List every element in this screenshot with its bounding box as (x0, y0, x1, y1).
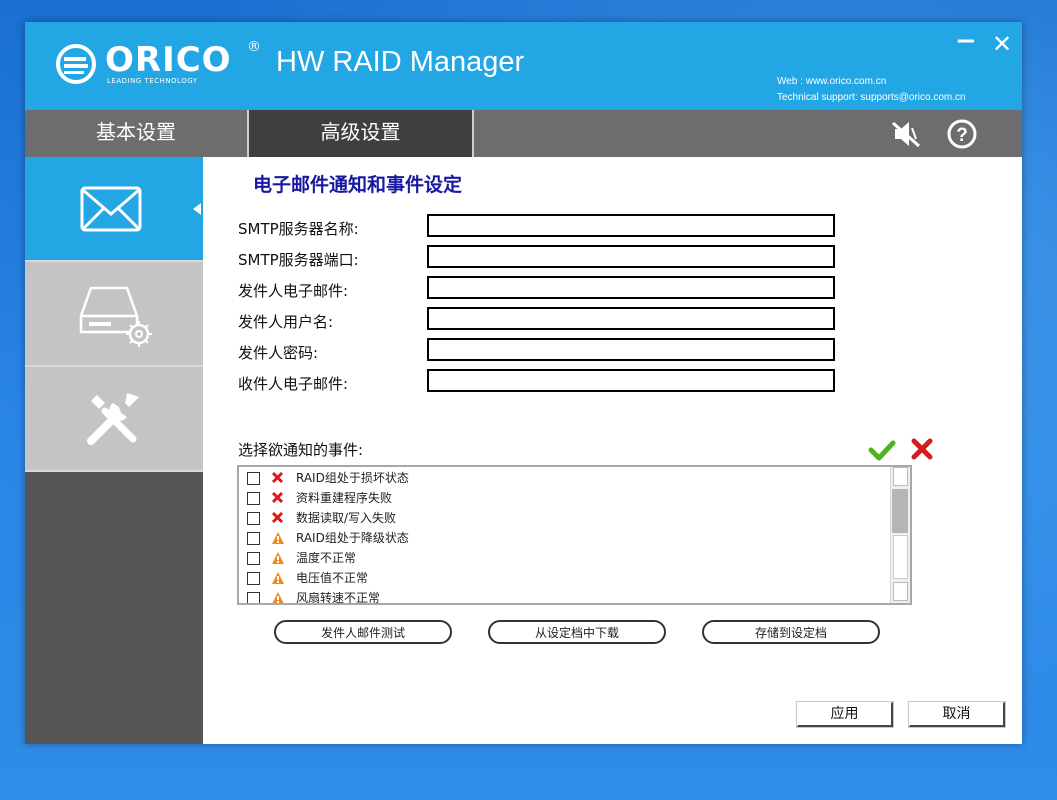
support-email: Technical support: supports@orico.com.cn (777, 92, 966, 103)
warning-icon (272, 592, 284, 603)
disk-settings-icon (79, 286, 152, 347)
save-config-button[interactable]: 存储到设定档 (702, 620, 880, 644)
sender-email-label: 发件人电子邮件: (238, 282, 349, 300)
contact-info: Web : www.orico.com.cn Technical support… (777, 74, 966, 106)
event-checkbox[interactable] (247, 492, 260, 505)
brand-name: ORICO (105, 40, 232, 80)
error-x-icon (271, 471, 284, 484)
scroll-up-button[interactable] (893, 467, 908, 486)
event-checkbox[interactable] (247, 472, 260, 485)
recipient-email-input[interactable] (427, 369, 835, 392)
svg-text:?: ? (956, 125, 968, 146)
smtp-port-input[interactable] (427, 245, 835, 268)
title-bar: ORICO ® LEADING TECHNOLOGY HW RAID Manag… (25, 22, 1022, 110)
event-label: RAID组处于降级状态 (296, 531, 409, 545)
sidebar-item-disk-settings[interactable] (25, 262, 203, 367)
app-title: HW RAID Manager (276, 46, 525, 78)
tab-basic-settings[interactable]: 基本设置 (25, 110, 247, 157)
error-x-icon (271, 491, 284, 504)
event-label: 电压值不正常 (296, 571, 369, 585)
scroll-track[interactable] (893, 535, 908, 579)
warning-icon (272, 552, 284, 564)
help-icon[interactable]: ? (946, 118, 978, 150)
event-label: RAID组处于损坏状态 (296, 471, 409, 485)
registered-mark: ® (247, 39, 261, 55)
sender-password-input[interactable] (427, 338, 835, 361)
mute-icon[interactable] (889, 119, 923, 149)
sender-email-input[interactable] (427, 276, 835, 299)
main-panel: 电子邮件通知和事件设定 SMTP服务器名称: SMTP服务器端口: 发件人电子邮… (203, 157, 1022, 744)
sender-username-label: 发件人用户名: (238, 313, 334, 331)
apply-button[interactable]: 应用 (796, 701, 894, 728)
sender-username-input[interactable] (427, 307, 835, 330)
warning-icon (272, 532, 284, 544)
load-config-button[interactable]: 从设定档中下载 (488, 620, 666, 644)
web-url: Web : www.orico.com.cn (777, 76, 887, 87)
orico-logo-icon (56, 44, 96, 84)
sidebar (25, 157, 203, 744)
check-all-icon[interactable] (868, 439, 896, 461)
event-label: 风扇转速不正常 (296, 591, 381, 605)
app-window: ORICO ® LEADING TECHNOLOGY HW RAID Manag… (25, 22, 1022, 744)
sidebar-item-tools[interactable] (25, 367, 203, 472)
event-list: RAID组处于损坏状态 资料重建程序失败 数据读取/写入失败 RAID组处于降级… (237, 465, 912, 605)
tab-advanced-settings[interactable]: 高级设置 (249, 110, 472, 157)
event-checkbox[interactable] (247, 592, 260, 603)
sidebar-item-email[interactable] (25, 157, 203, 262)
tab-divider (472, 110, 474, 157)
tab-bar: 基本设置 高级设置 ? (25, 110, 1022, 157)
recipient-email-label: 收件人电子邮件: (238, 375, 349, 393)
scroll-down-button[interactable] (893, 582, 908, 601)
active-indicator (193, 203, 201, 215)
event-list-scrollbar[interactable] (890, 467, 910, 603)
send-test-mail-button[interactable]: 发件人邮件测试 (274, 620, 452, 644)
error-x-icon (271, 511, 284, 524)
brand-tagline: LEADING TECHNOLOGY (107, 77, 198, 85)
close-button[interactable]: ✕ (992, 30, 1012, 58)
tools-icon (87, 393, 139, 445)
clear-all-icon[interactable] (910, 437, 934, 461)
warning-icon (272, 572, 284, 584)
smtp-server-input[interactable] (427, 214, 835, 237)
event-checkbox[interactable] (247, 552, 260, 565)
event-checkbox[interactable] (247, 572, 260, 585)
events-label: 选择欲通知的事件: (238, 441, 364, 459)
event-label: 数据读取/写入失败 (296, 511, 397, 525)
scroll-thumb[interactable] (892, 489, 908, 533)
smtp-port-label: SMTP服务器端口: (238, 251, 359, 269)
sender-password-label: 发件人密码: (238, 344, 319, 362)
section-title: 电子邮件通知和事件设定 (253, 174, 463, 196)
event-label: 温度不正常 (296, 551, 357, 565)
minimize-button[interactable]: − (955, 26, 977, 56)
event-checkbox[interactable] (247, 512, 260, 525)
smtp-server-label: SMTP服务器名称: (238, 220, 359, 238)
event-label: 资料重建程序失败 (296, 491, 393, 505)
cancel-button[interactable]: 取消 (908, 701, 1006, 728)
event-checkbox[interactable] (247, 532, 260, 545)
mail-icon (80, 186, 142, 232)
